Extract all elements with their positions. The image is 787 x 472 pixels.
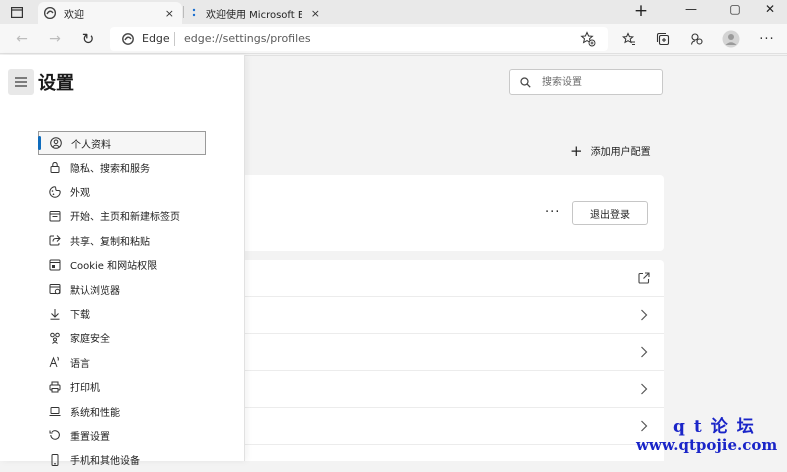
reset-icon <box>48 428 62 442</box>
sidebar-item-cookies[interactable]: Cookie 和网站权限 <box>38 253 206 277</box>
watermark-title: qt论坛 <box>673 417 763 437</box>
address-divider <box>174 32 175 46</box>
watermark-url: www.qtpojie.com <box>636 436 778 454</box>
forward-button[interactable]: → <box>46 30 64 48</box>
sidebar-item-label: Cookie 和网站权限 <box>70 261 158 273</box>
minimize-button[interactable]: — <box>678 2 704 20</box>
add-profile-button[interactable]: + 添加用户配置 <box>570 143 651 158</box>
appearance-icon <box>48 185 62 199</box>
chevron-right-icon <box>641 383 648 395</box>
search-box[interactable] <box>509 69 663 95</box>
sidebar-item-printers[interactable]: 打印机 <box>38 375 206 399</box>
address-url[interactable]: edge://settings/profiles <box>184 32 311 45</box>
sidebar-item-label: 重置设置 <box>70 431 110 443</box>
sidebar-item-languages[interactable]: 语言 <box>38 350 206 374</box>
search-icon <box>520 77 531 88</box>
address-bar[interactable]: Edge edge://settings/profiles <box>110 27 608 51</box>
more-options-icon[interactable]: ··· <box>758 30 776 48</box>
site-permissions-icon <box>48 258 62 272</box>
chevron-right-icon <box>641 309 648 321</box>
printer-icon <box>48 380 62 394</box>
sidebar-item-appearance[interactable]: 外观 <box>38 179 206 203</box>
sidebar-item-reset[interactable]: 重置设置 <box>38 423 206 447</box>
add-favorite-icon[interactable] <box>580 31 596 47</box>
edge-icon <box>122 33 134 45</box>
list-item[interactable] <box>245 371 664 408</box>
language-icon <box>48 355 62 369</box>
share-icon <box>48 233 62 247</box>
favorites-icon[interactable] <box>620 30 638 48</box>
profile-icon <box>49 136 63 150</box>
profile-card: ··· 退出登录 <box>245 175 664 251</box>
sidebar-item-label: 开始、主页和新建标签页 <box>70 212 180 224</box>
edge-icon <box>44 7 56 19</box>
list-item[interactable] <box>245 260 664 297</box>
tab-welcome-edge[interactable]: 欢迎使用 Microsoft Edge × <box>184 2 328 24</box>
tab-welcome[interactable]: 欢迎 × <box>38 2 182 24</box>
refresh-button[interactable]: ↻ <box>79 30 97 48</box>
settings-sidebar: 设置 个人资料 隐私、搜索和服务 外观 开始、主页和新建标签页 共享、复制和粘贴… <box>0 55 245 467</box>
sidebar-item-label: 默认浏览器 <box>70 285 120 297</box>
plus-icon: + <box>570 141 583 160</box>
sign-out-button[interactable]: 退出登录 <box>572 201 648 225</box>
search-input[interactable] <box>542 74 658 90</box>
list-item[interactable] <box>245 297 664 334</box>
new-tab-button[interactable]: + <box>632 3 650 21</box>
profile-settings-list <box>245 260 664 461</box>
sidebar-item-start-home[interactable]: 开始、主页和新建标签页 <box>38 204 206 228</box>
sidebar-item-profiles[interactable]: 个人资料 <box>37 131 206 155</box>
lock-icon <box>48 160 62 174</box>
sidebar-item-privacy[interactable]: 隐私、搜索和服务 <box>38 155 206 179</box>
tab-strip: 欢迎 × 欢迎使用 Microsoft Edge × + — ▢ ✕ <box>0 0 787 24</box>
sidebar-item-label: 系统和性能 <box>70 407 120 419</box>
list-item[interactable] <box>245 334 664 371</box>
laptop-icon <box>48 404 62 418</box>
back-button[interactable]: ← <box>13 30 31 48</box>
sidebar-item-label: 共享、复制和粘贴 <box>70 236 150 248</box>
sidebar-item-label: 外观 <box>70 188 90 200</box>
collections-icon[interactable] <box>654 30 672 48</box>
profile-more-button[interactable]: ··· <box>545 205 560 220</box>
close-window-button[interactable]: ✕ <box>757 2 783 20</box>
add-profile-label: 添加用户配置 <box>590 147 651 158</box>
sidebar-item-label: 下载 <box>70 310 90 322</box>
sidebar-item-label: 隐私、搜索和服务 <box>70 163 150 175</box>
list-item[interactable] <box>245 408 664 445</box>
sidebar-item-label: 家庭安全 <box>70 334 110 346</box>
phone-icon <box>48 453 62 467</box>
sidebar-item-label: 语言 <box>70 358 90 370</box>
maximize-button[interactable]: ▢ <box>722 2 748 20</box>
page-title: 设置 <box>38 73 74 94</box>
extensions-icon[interactable] <box>688 30 706 48</box>
address-brand: Edge <box>142 32 170 45</box>
browser-icon <box>48 282 62 296</box>
family-icon <box>48 331 62 345</box>
home-icon <box>48 209 62 223</box>
close-tab-icon[interactable]: × <box>311 7 320 20</box>
chevron-right-icon <box>641 346 648 358</box>
toolbar: ← → ↻ Edge edge://settings/profiles ··· <box>0 24 787 54</box>
download-icon <box>48 307 62 321</box>
chevron-right-icon <box>641 420 648 432</box>
external-link-icon <box>638 272 650 284</box>
avatar[interactable] <box>722 30 740 48</box>
sidebar-item-downloads[interactable]: 下载 <box>38 301 206 325</box>
sidebar-item-devices[interactable]: 手机和其他设备 <box>38 448 206 472</box>
sidebar-item-default-browser[interactable]: 默认浏览器 <box>38 277 206 301</box>
sidebar-item-share[interactable]: 共享、复制和粘贴 <box>38 228 206 252</box>
tab-title: 欢迎 <box>64 9 84 21</box>
tab-title: 欢迎使用 Microsoft Edge <box>206 9 302 21</box>
menu-icon[interactable] <box>8 69 34 95</box>
sidebar-item-system[interactable]: 系统和性能 <box>38 399 206 423</box>
close-tab-icon[interactable]: × <box>165 7 174 20</box>
sidebar-item-label: 打印机 <box>70 383 100 395</box>
settings-nav: 个人资料 隐私、搜索和服务 外观 开始、主页和新建标签页 共享、复制和粘贴 Co… <box>37 131 206 472</box>
header-divider <box>245 55 787 56</box>
sidebar-item-label: 手机和其他设备 <box>70 456 140 468</box>
sidebar-item-family[interactable]: 家庭安全 <box>38 326 206 350</box>
tab-actions-icon[interactable] <box>6 3 28 21</box>
loading-icon <box>192 8 196 17</box>
sidebar-item-label: 个人资料 <box>71 139 111 151</box>
